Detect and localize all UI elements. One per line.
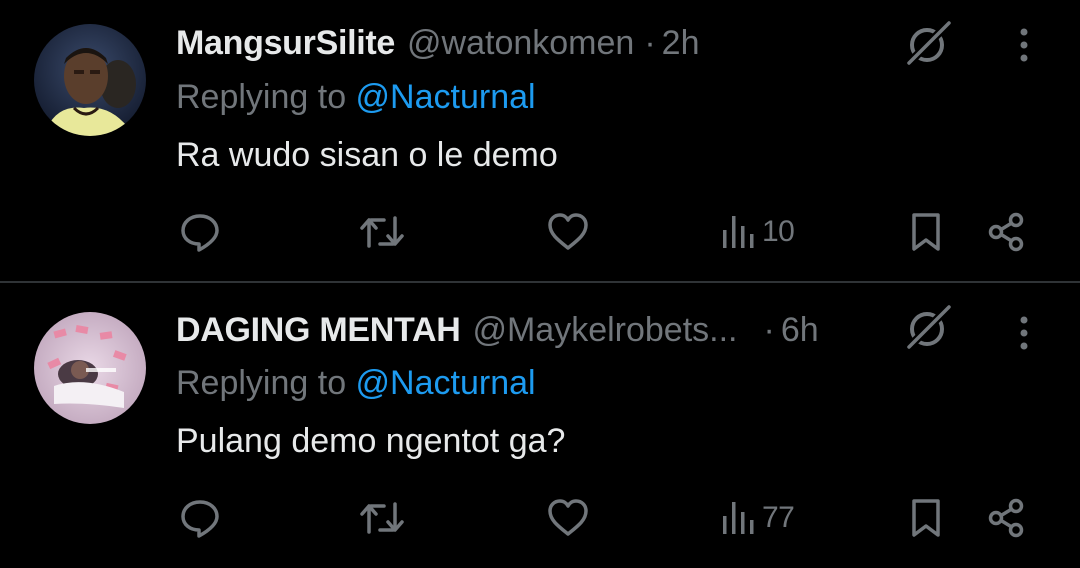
grok-button[interactable] [902,16,956,70]
more-icon [1020,316,1028,350]
separator-dot: · [763,310,775,349]
avatar[interactable] [34,312,146,424]
action-bar: 77 [0,488,1080,548]
bookmark-icon [912,499,940,537]
action-bar: 10 [0,202,1080,262]
views-button[interactable]: 77 [718,488,818,548]
reply-button[interactable] [172,488,228,548]
like-icon [548,213,588,250]
grok-icon [904,18,954,68]
reply-icon [181,500,219,538]
grok-button[interactable] [902,300,956,354]
user-handle[interactable]: @Maykelrobets... [472,311,737,350]
retweet-button[interactable] [352,488,412,548]
mention-link[interactable]: @Nacturnal [356,78,536,116]
reply-button[interactable] [172,202,228,262]
display-name[interactable]: DAGING MENTAH [176,311,461,350]
retweet-icon [360,502,404,534]
views-icon [723,502,754,534]
tweet-header: DAGING MENTAH @Maykelrobets... · 6h [176,305,819,355]
share-icon [988,498,1024,538]
views-count: 77 [762,501,795,534]
like-button[interactable] [540,202,596,262]
more-options-button[interactable] [1004,18,1044,72]
tweet-header: MangsurSilite @watonkomen · 2h [176,18,699,68]
reply-icon [181,214,219,252]
tweet-text: Ra wudo sisan o le demo [176,136,558,174]
grok-icon [904,302,954,352]
replying-to-line: Replying to @Nacturnal [176,364,536,408]
tweet-divider [0,281,1080,283]
display-name[interactable]: MangsurSilite [176,24,395,63]
views-icon [723,216,754,248]
replying-to-label: Replying to [176,364,356,402]
share-button[interactable] [980,488,1032,548]
retweet-button[interactable] [352,202,412,262]
like-icon [548,499,588,536]
avatar[interactable] [34,24,146,136]
timestamp[interactable]: 6h [781,311,819,350]
share-icon [988,212,1024,252]
separator-dot: · [644,23,656,62]
share-button[interactable] [980,202,1032,262]
tweet[interactable]: DAGING MENTAH @Maykelrobets... · 6h Repl… [0,284,1080,568]
views-button[interactable]: 10 [718,202,818,262]
bookmark-button[interactable] [900,202,952,262]
user-handle[interactable]: @watonkomen [407,24,634,63]
replying-to-label: Replying to [176,78,356,116]
tweet[interactable]: MangsurSilite @watonkomen · 2h Replying … [0,0,1080,284]
views-count: 10 [762,215,795,248]
tweet-text: Pulang demo ngentot ga? [176,422,566,460]
more-icon [1020,28,1028,62]
bookmark-icon [912,213,940,251]
more-options-button[interactable] [1004,306,1044,360]
timestamp[interactable]: 2h [662,24,700,63]
reply-timeline: MangsurSilite @watonkomen · 2h Replying … [0,0,1080,568]
like-button[interactable] [540,488,596,548]
mention-link[interactable]: @Nacturnal [356,364,536,402]
replying-to-line: Replying to @Nacturnal [176,78,536,122]
avatar-photo [34,24,146,136]
bookmark-button[interactable] [900,488,952,548]
avatar-photo [34,312,146,424]
retweet-icon [360,216,404,248]
